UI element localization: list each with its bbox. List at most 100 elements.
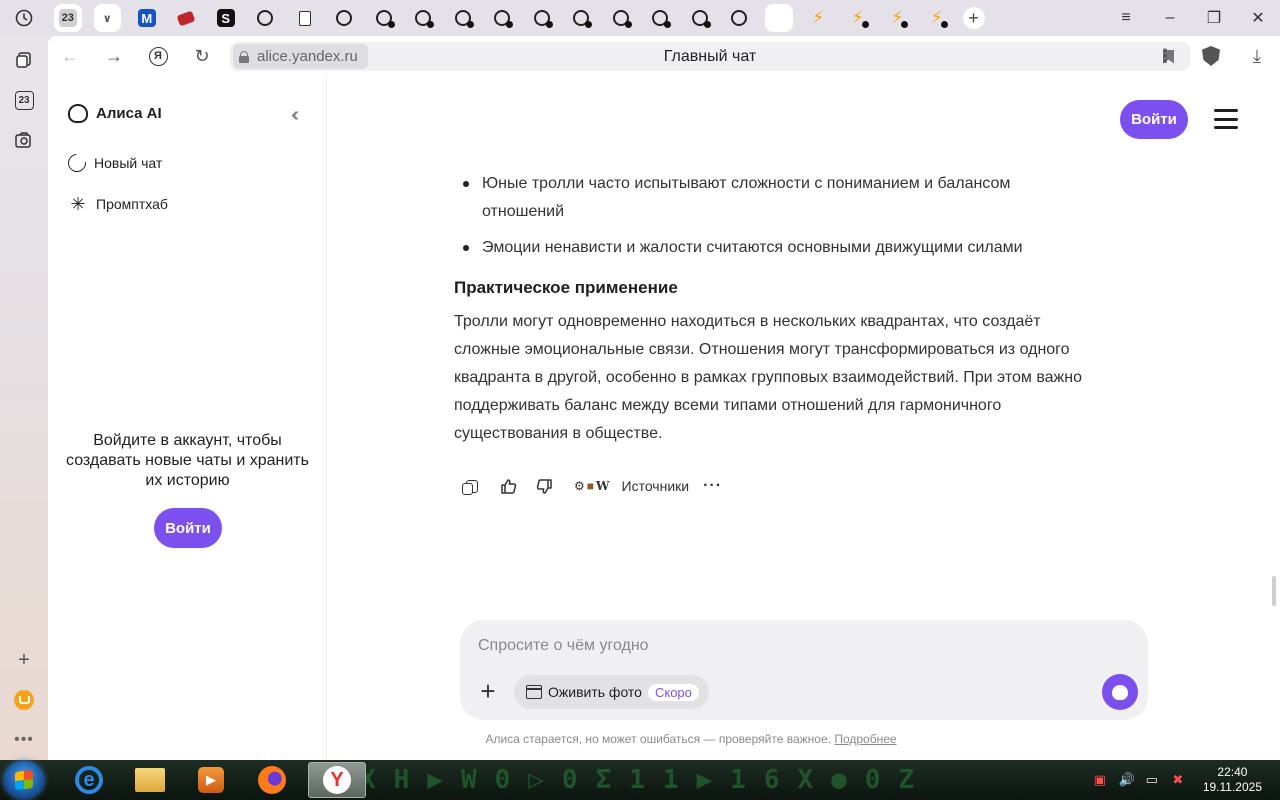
attach-button[interactable]: + bbox=[476, 678, 500, 704]
alice-logo-icon bbox=[68, 104, 88, 123]
tab[interactable] bbox=[720, 0, 760, 36]
antivirus-icon[interactable]: ▣ bbox=[1093, 773, 1107, 787]
yandex-button[interactable]: Я bbox=[136, 36, 180, 76]
screenshot-button[interactable] bbox=[0, 120, 48, 160]
tab[interactable] bbox=[364, 0, 404, 36]
sources-label: Источники bbox=[621, 478, 690, 494]
firefox-icon bbox=[258, 766, 286, 794]
network-error-icon[interactable]: ✖ bbox=[1171, 773, 1185, 787]
collapse-sidebar-icon[interactable]: ‹‹ bbox=[291, 104, 300, 127]
disclaimer: Алиса старается, но может ошибаться — пр… bbox=[48, 732, 1280, 746]
tab[interactable] bbox=[325, 0, 365, 36]
brand[interactable]: Алиса AI bbox=[68, 104, 162, 123]
hamburger-menu-icon[interactable] bbox=[1214, 109, 1238, 129]
m-logo-icon: M bbox=[137, 9, 156, 27]
forward-button[interactable]: → bbox=[92, 36, 136, 76]
dot-icon bbox=[545, 21, 553, 28]
tab[interactable]: ⚡ bbox=[917, 0, 957, 36]
new-chat-icon bbox=[64, 150, 90, 176]
tab-badge[interactable]: 23 bbox=[48, 0, 88, 36]
tab[interactable]: ⚡ bbox=[838, 0, 878, 36]
windows-taskbar: XH▶W0▷0Σ11▶16X●0Z e ▶ Y ▣ 🔊 ▭ ✖ 22:40 19… bbox=[0, 760, 1280, 800]
more-info-link[interactable]: Подробнее bbox=[834, 732, 896, 746]
protect-button[interactable] bbox=[1188, 36, 1234, 76]
mail-button[interactable] bbox=[0, 680, 48, 720]
clock[interactable]: 22:40 19.11.2025 bbox=[1203, 765, 1262, 795]
url-chip[interactable]: alice.yandex.ru bbox=[233, 44, 368, 69]
close-window-button[interactable]: ✕ bbox=[1236, 0, 1280, 36]
restore-button[interactable]: ❐ bbox=[1192, 0, 1236, 36]
tab[interactable] bbox=[167, 0, 207, 36]
tab[interactable] bbox=[483, 0, 523, 36]
prompthub-button[interactable]: ✳ Промптхаб bbox=[68, 194, 167, 214]
source-gear-icon: ⚙ bbox=[574, 479, 585, 493]
mail-icon bbox=[14, 690, 34, 710]
header-login-button[interactable]: Войти bbox=[1120, 100, 1188, 139]
page-content: Алиса AI ‹‹ Новый чат ✳ Промптхаб Войдит… bbox=[48, 76, 1280, 760]
tab[interactable] bbox=[522, 0, 562, 36]
new-tab-button[interactable]: + bbox=[962, 7, 985, 29]
dot-icon bbox=[703, 21, 711, 28]
tab[interactable] bbox=[641, 0, 681, 36]
tab[interactable]: S bbox=[206, 0, 246, 36]
answer-paragraph: Тролли могут одновременно находиться в н… bbox=[454, 313, 1082, 442]
list-item: Юные тролли часто испытывают сложности с… bbox=[454, 170, 1094, 226]
collections-button[interactable] bbox=[0, 40, 48, 80]
scrollbar[interactable] bbox=[1272, 576, 1276, 606]
disclaimer-text: Алиса старается, но может ошибаться — пр… bbox=[485, 732, 831, 746]
taskbar-media-player[interactable]: ▶ bbox=[182, 762, 240, 798]
tab[interactable]: M bbox=[127, 0, 167, 36]
sidebar-login-button[interactable]: Войти bbox=[154, 508, 222, 548]
back-button[interactable]: ← bbox=[48, 36, 92, 76]
browser-side-rail: 23 + ••• bbox=[0, 36, 48, 760]
alice-send-button[interactable] bbox=[1102, 674, 1138, 710]
source-icons: ⚙ ■ W bbox=[574, 479, 610, 493]
calendar-button[interactable]: 23 bbox=[0, 80, 48, 120]
minimize-button[interactable]: – bbox=[1148, 0, 1192, 36]
hamburger-icon: ≡ bbox=[1121, 9, 1131, 26]
copy-icon bbox=[462, 479, 478, 495]
tab[interactable] bbox=[562, 0, 602, 36]
sources-button[interactable]: ⚙ ■ W Источники bbox=[574, 478, 689, 494]
tab[interactable] bbox=[246, 0, 286, 36]
arrow-left-icon: ← bbox=[61, 45, 79, 66]
tab[interactable] bbox=[443, 0, 483, 36]
history-button[interactable] bbox=[0, 0, 48, 36]
answer-heading: Практическое применение bbox=[454, 278, 678, 297]
tab[interactable] bbox=[285, 0, 325, 36]
more-actions-icon[interactable]: ··· bbox=[703, 477, 722, 495]
more-panels-button[interactable]: ••• bbox=[0, 720, 48, 760]
address-bar[interactable]: alice.yandex.ru Главный чат bbox=[230, 42, 1190, 71]
chat-input[interactable] bbox=[478, 634, 1078, 658]
revive-photo-button[interactable]: Оживить фото Скоро bbox=[514, 675, 709, 709]
reload-button[interactable]: ↻ bbox=[180, 36, 224, 76]
like-button[interactable] bbox=[490, 474, 526, 498]
browser-menu-button[interactable]: ≡ bbox=[1104, 0, 1148, 36]
tab[interactable]: ⚡ bbox=[878, 0, 918, 36]
dislike-button[interactable] bbox=[526, 474, 562, 498]
copy-button[interactable] bbox=[454, 474, 490, 498]
calendar-icon: 23 bbox=[14, 90, 34, 110]
internet-explorer-icon: e bbox=[75, 766, 103, 794]
clock-time: 22:40 bbox=[1217, 765, 1248, 779]
add-panel-button[interactable]: + bbox=[0, 640, 48, 680]
taskbar-explorer[interactable] bbox=[121, 762, 179, 798]
volume-icon[interactable]: 🔊 bbox=[1119, 773, 1135, 787]
page-menu-button[interactable]: ⋮ bbox=[1142, 36, 1188, 76]
downloads-button[interactable]: ⤓ bbox=[1234, 36, 1280, 76]
start-button[interactable] bbox=[4, 761, 44, 799]
page-title: Главный чат bbox=[663, 47, 757, 65]
taskbar-yandex-browser[interactable]: Y bbox=[308, 762, 366, 798]
taskbar-firefox[interactable] bbox=[243, 762, 301, 798]
assistant-answer: Юные тролли часто испытывают сложности с… bbox=[454, 170, 1094, 448]
new-chat-button[interactable]: Новый чат bbox=[64, 150, 162, 176]
tab[interactable] bbox=[404, 0, 444, 36]
tab-list-toggle[interactable]: ∨ bbox=[88, 0, 128, 36]
tab[interactable] bbox=[680, 0, 720, 36]
tab[interactable]: ⚡ bbox=[799, 0, 839, 36]
tab-active-alice[interactable] bbox=[759, 0, 799, 36]
display-icon[interactable]: ▭ bbox=[1145, 773, 1159, 787]
taskbar-ie[interactable]: e bbox=[60, 762, 118, 798]
tab[interactable] bbox=[601, 0, 641, 36]
reload-icon: ↻ bbox=[194, 45, 210, 66]
